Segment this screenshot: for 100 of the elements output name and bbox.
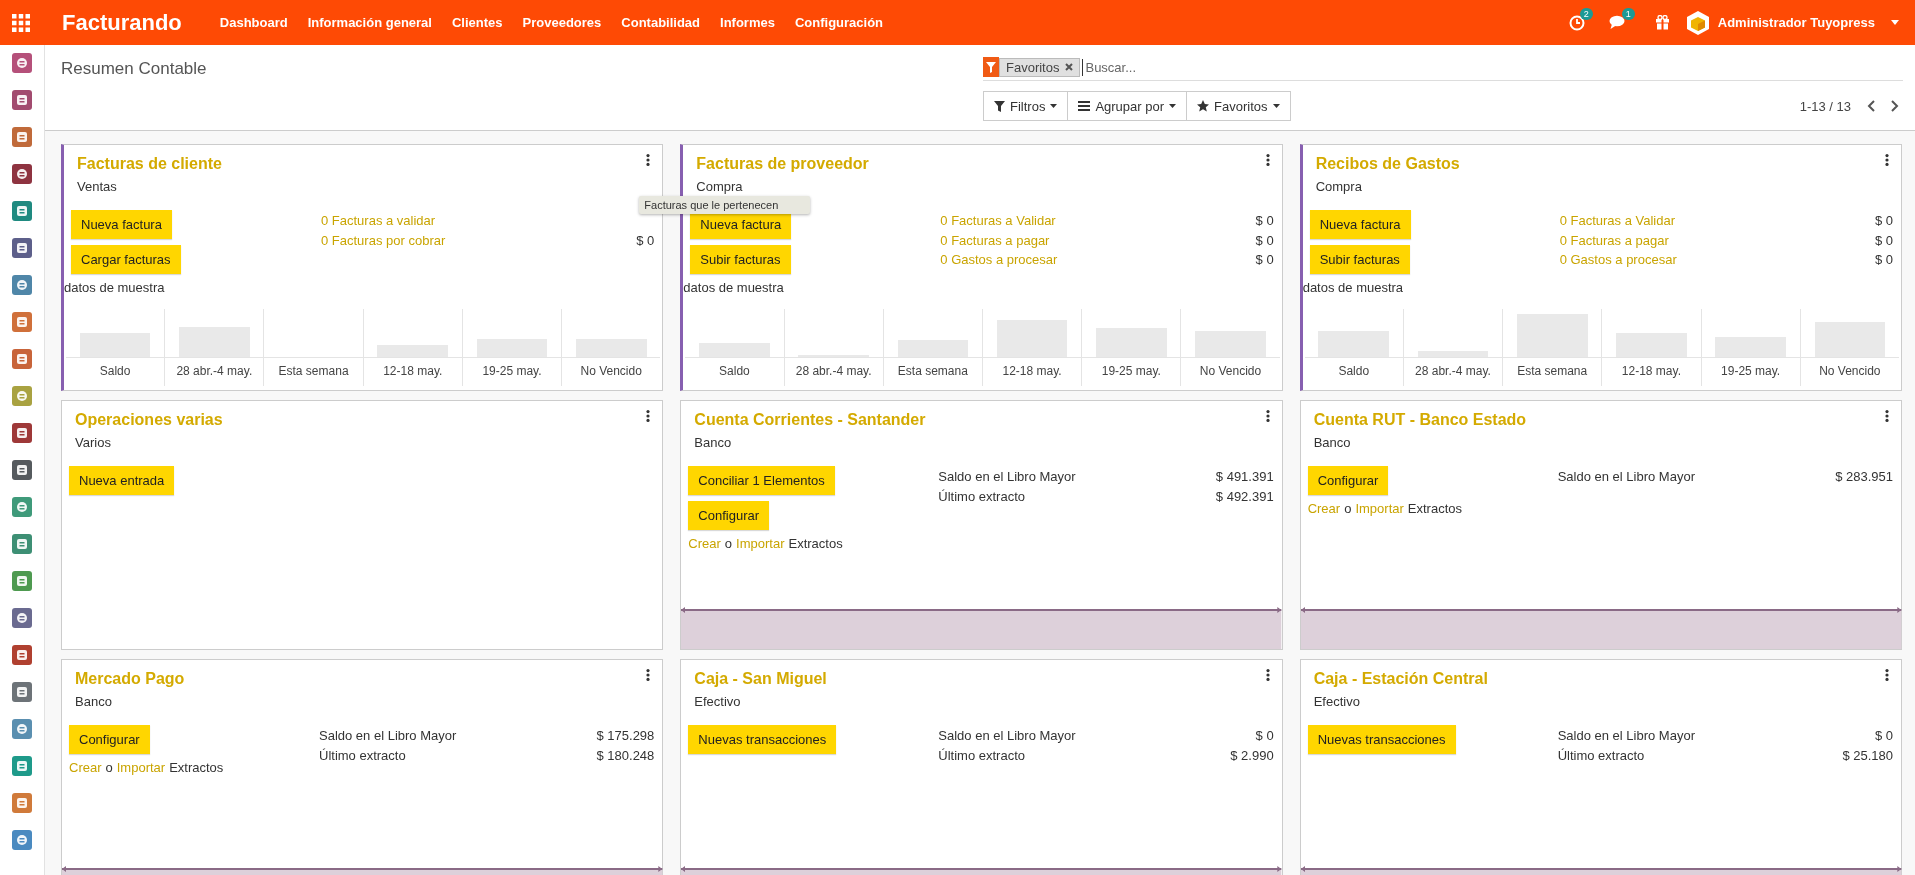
kebab-menu-icon[interactable] [1265,154,1270,166]
nav-menu-item[interactable]: Informes [720,15,775,30]
app-tile-icon[interactable] [12,386,32,406]
app-tile-icon[interactable] [12,830,32,850]
stat-value: $ 0 [1255,252,1274,269]
cube-avatar-icon[interactable] [1685,9,1710,36]
action-button[interactable]: Nueva factura [71,210,172,239]
app-tile-icon[interactable] [12,793,32,813]
axis-label: Saldo [718,363,751,380]
app-tile-icon[interactable] [12,90,32,110]
app-tile-icon[interactable] [12,682,32,702]
app-tile-icon[interactable] [12,719,32,739]
nav-menu-item[interactable]: Contabilidad [621,15,700,30]
card-subtitle: Banco [694,435,732,450]
action-button[interactable]: Cargar facturas [71,245,181,274]
app-tile-icon[interactable] [12,127,32,147]
stat-link[interactable]: 0 Facturas a validar [321,213,436,233]
stat-value: $ 2.990 [1230,747,1274,765]
kebab-menu-icon[interactable] [1885,669,1889,681]
axis-label: 12-18 may. [1001,363,1063,380]
app-tile-icon[interactable] [12,349,32,369]
card-title[interactable]: Mercado Pago [75,670,185,688]
next-icon[interactable] [1891,100,1899,112]
action-button[interactable]: Configurar [1307,466,1389,495]
axis-label: No Vencido [1198,363,1263,380]
action-button[interactable]: Nueva factura [1309,210,1411,239]
stat-link[interactable]: 0 Facturas a Validar [1559,213,1676,233]
action-button[interactable]: Configurar [688,501,770,530]
stat-link[interactable]: 0 Facturas a pagar [940,232,1050,252]
create-link[interactable]: Crear [1307,501,1341,516]
app-tile-icon[interactable] [12,201,32,221]
close-icon[interactable] [1065,63,1074,71]
kebab-menu-icon[interactable] [1885,154,1889,166]
import-link[interactable]: Importar [736,536,785,551]
kebab-menu-icon[interactable] [1265,669,1270,681]
card-title[interactable]: Facturas de proveedor [696,155,869,173]
axis-label: Esta semana [896,363,969,380]
stat-value: $ 0 [1874,213,1893,230]
app-tile-icon[interactable] [12,53,32,73]
kebab-menu-icon[interactable] [1885,410,1889,422]
app-tile-icon[interactable] [12,275,32,295]
clock-icon[interactable] [1568,14,1585,31]
app-tile-icon[interactable] [12,645,32,665]
action-button[interactable]: Nuevas transacciones [688,725,837,754]
nav-menu-item[interactable]: Proveedores [522,15,602,30]
user-menu[interactable]: Administrador Tuyopress [1717,15,1875,30]
card-title[interactable]: Caja - San Miguel [694,670,827,688]
app-tile-icon[interactable] [12,460,32,480]
card-title[interactable]: Operaciones varias [75,411,223,429]
nav-menu-item[interactable]: Información general [307,15,432,30]
kebab-menu-icon[interactable] [646,410,651,422]
action-button[interactable]: Subir facturas [1309,245,1410,274]
card-title[interactable]: Cuenta RUT - Banco Estado [1313,411,1527,429]
stat-link[interactable]: 0 Gastos a procesar [940,252,1058,272]
group-by-button[interactable]: Agrupar por [1067,91,1188,121]
chat-icon[interactable] [1608,15,1627,30]
footer-text: o [1344,501,1352,516]
card-title[interactable]: Caja - Estación Central [1313,670,1488,688]
nav-menu-item[interactable]: Configuración [794,15,884,30]
create-link[interactable]: Crear [688,536,721,551]
stat-value: $ 25.180 [1842,747,1893,765]
app-brand: Facturando [62,9,182,36]
nav-menu-item[interactable]: Dashboard [219,15,288,30]
gift-icon[interactable] [1654,15,1670,30]
filters-button[interactable]: Filtros [983,91,1069,121]
kebab-menu-icon[interactable] [1265,410,1270,422]
caret-icon[interactable] [1891,20,1899,25]
card-title[interactable]: Facturas de cliente [77,155,222,173]
action-button[interactable]: Configurar [69,725,150,754]
kebab-menu-icon[interactable] [646,154,651,166]
card-title[interactable]: Cuenta Corrientes - Santander [694,411,926,429]
stat-link[interactable]: 0 Facturas a Validar [940,213,1056,233]
apps-menu-icon[interactable] [12,13,30,32]
card-title[interactable]: Recibos de Gastos [1315,155,1460,173]
create-link[interactable]: Crear [69,760,102,775]
app-tile-icon[interactable] [12,571,32,591]
app-tile-icon[interactable] [12,238,32,258]
stat-label: Último extracto [938,747,1026,765]
app-tile-icon[interactable] [12,608,32,628]
tooltip: Facturas que le pertenecen [639,196,811,214]
app-tile-icon[interactable] [12,497,32,517]
app-tile-icon[interactable] [12,423,32,443]
app-tile-icon[interactable] [12,756,32,776]
action-button[interactable]: Nuevas transacciones [1307,725,1456,754]
nav-menu-item[interactable]: Clientes [451,15,503,30]
stat-link[interactable]: 0 Gastos a procesar [1559,252,1677,272]
import-link[interactable]: Importar [116,760,166,775]
stat-link[interactable]: 0 Facturas por cobrar [321,232,446,252]
favorites-button[interactable]: Favoritos [1186,91,1291,121]
action-button[interactable]: Conciliar 1 Elementos [688,466,835,495]
app-tile-icon[interactable] [12,164,32,184]
stat-link[interactable]: 0 Facturas a pagar [1559,232,1669,252]
previous-icon[interactable] [1867,100,1875,112]
kebab-menu-icon[interactable] [646,669,651,681]
app-tile-icon[interactable] [12,534,32,554]
app-tile-icon[interactable] [12,312,32,332]
search-facet[interactable]: Favoritos [999,57,1081,77]
action-button[interactable]: Subir facturas [690,245,791,274]
action-button[interactable]: Nueva entrada [69,466,175,495]
import-link[interactable]: Importar [1355,501,1404,516]
